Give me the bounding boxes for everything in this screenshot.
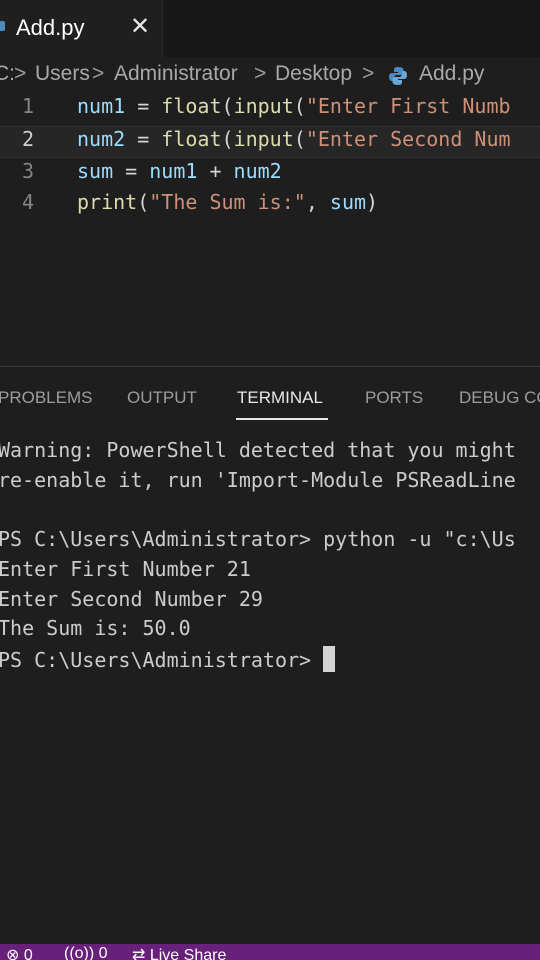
code-text: num2 = float(input("Enter Second Num (77, 127, 511, 151)
status-live-share[interactable]: ⇄ Live Share (132, 945, 226, 960)
tab-bar: Add.py ✕ (0, 0, 540, 57)
breadcrumb: C: > Users > Administrator > Desktop > A… (0, 62, 540, 92)
terminal-line: Enter Second Number 29 (0, 587, 263, 611)
code-token: ) (366, 190, 379, 214)
terminal-output[interactable]: Warning: PowerShell detected that you mi… (0, 436, 540, 926)
active-tab-indicator (236, 418, 328, 420)
code-token: ( (293, 94, 306, 118)
code-token: ( (293, 127, 306, 151)
code-line[interactable]: 2 num2 = float(input("Enter Second Num (0, 126, 540, 158)
terminal-line: PS C:\Users\Administrator> python -u "c:… (0, 527, 516, 551)
code-token: ( (221, 94, 234, 118)
code-token: sum (77, 159, 114, 183)
code-token: ( (221, 127, 234, 151)
code-token: num2 (77, 127, 126, 151)
tab-filename: Add.py (16, 15, 85, 40)
panel-divider[interactable] (0, 366, 540, 367)
code-token: = (125, 94, 162, 118)
code-token: "The Sum is:" (149, 190, 306, 214)
code-token: num1 (77, 94, 126, 118)
status-bar: ⊗ 0 ((o)) 0 ⇄ Live Share (0, 944, 540, 960)
terminal-line: The Sum is: 50.0 (0, 616, 191, 640)
tab-add-py[interactable]: Add.py ✕ (0, 0, 163, 57)
terminal-prompt: PS C:\Users\Administrator> (0, 646, 336, 676)
code-text: print("The Sum is:", sum) (77, 190, 378, 214)
panel-tab-bar: PROBLEMS OUTPUT TERMINAL PORTS DEBUG CO (0, 384, 540, 424)
code-token: ( (137, 190, 150, 214)
code-token: num2 (233, 159, 282, 183)
line-number: 3 (21, 159, 35, 183)
tab-output[interactable]: OUTPUT (127, 388, 197, 408)
terminal-line: re-enable it, run 'Import-Module PSReadL… (0, 468, 516, 492)
code-token: + (197, 159, 234, 183)
terminal-cursor (323, 646, 336, 672)
terminal-line: Warning: PowerShell detected that you mi… (0, 438, 516, 462)
python-file-icon (389, 67, 407, 85)
terminal-line: Enter First Number 21 (0, 557, 251, 581)
chevron-right-icon: > (362, 62, 375, 85)
chevron-right-icon: > (92, 62, 105, 85)
breadcrumb-item-users[interactable]: Users (35, 62, 90, 86)
code-token: input (233, 94, 294, 118)
status-errors[interactable]: ⊗ 0 (6, 945, 33, 960)
breadcrumb-item-administrator[interactable]: Administrator (114, 62, 238, 86)
code-text: num1 = float(input("Enter First Numb (77, 94, 511, 118)
code-line[interactable]: 3 sum = num1 + num2 (0, 159, 540, 191)
code-token: float (161, 94, 222, 118)
python-file-icon (0, 21, 5, 31)
code-token: print (77, 190, 138, 214)
tab-problems[interactable]: PROBLEMS (0, 388, 92, 408)
code-token: input (233, 127, 294, 151)
code-token: = (125, 127, 162, 151)
chevron-right-icon: > (14, 62, 27, 85)
close-icon[interactable]: ✕ (130, 12, 150, 41)
line-number: 2 (21, 127, 35, 151)
tab-terminal[interactable]: TERMINAL (237, 388, 323, 408)
code-token: num1 (149, 159, 198, 183)
code-token: "Enter Second Num (305, 127, 511, 151)
code-text: sum = num1 + num2 (77, 159, 282, 183)
code-token: sum (329, 190, 367, 214)
code-token: float (161, 127, 222, 151)
tab-debug-console[interactable]: DEBUG CO (459, 388, 540, 408)
code-editor[interactable]: 1 num1 = float(input("Enter First Numb 2 nu… (0, 92, 540, 362)
prompt-text: PS C:\Users\Administrator> (0, 648, 312, 672)
code-line[interactable]: 1 num1 = float(input("Enter First Numb (0, 94, 540, 126)
code-token: = (113, 159, 150, 183)
breadcrumb-item-drive[interactable]: C: (0, 62, 15, 86)
line-number: 1 (21, 94, 35, 118)
line-number: 4 (21, 190, 35, 214)
breadcrumb-item-file[interactable]: Add.py (419, 62, 484, 86)
tab-ports[interactable]: PORTS (365, 388, 423, 408)
code-line[interactable]: 4 print("The Sum is:", sum) (0, 190, 540, 222)
status-ports[interactable]: ((o)) 0 (64, 945, 108, 960)
chevron-right-icon: > (254, 62, 267, 85)
code-token: , (305, 190, 330, 214)
code-token: "Enter First Numb (305, 94, 511, 118)
breadcrumb-item-desktop[interactable]: Desktop (275, 62, 352, 86)
